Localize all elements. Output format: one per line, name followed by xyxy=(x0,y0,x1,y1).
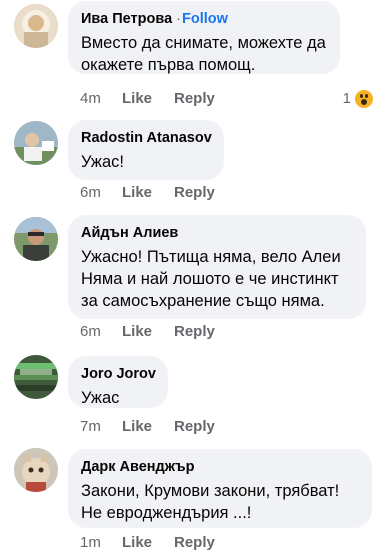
comment-line: Ужас! xyxy=(81,153,124,171)
comment-bubble: Дарк Авенджър Закони, Крумови закони, тр… xyxy=(68,449,372,528)
reply-button[interactable]: Reply xyxy=(174,184,215,202)
comment-text: Ужас! xyxy=(81,151,211,173)
comment-text: Закони, Крумови закони, трябват! Не евро… xyxy=(81,480,359,524)
comment-actions: 6m Like Reply xyxy=(80,323,215,341)
avatar[interactable] xyxy=(14,355,58,399)
comment-line: Няма и най лошото е че инстинкт xyxy=(81,270,339,288)
reply-button[interactable]: Reply xyxy=(174,323,215,341)
reaction-summary[interactable]: 1 xyxy=(343,90,373,108)
comment-time[interactable]: 6m xyxy=(80,184,122,202)
comment-line: Не евроджендърия ...! xyxy=(81,504,252,522)
avatar[interactable] xyxy=(14,4,58,48)
comment-line: Вместо да снимате, можехте да xyxy=(81,34,326,52)
reaction-count: 1 xyxy=(342,90,351,107)
like-button[interactable]: Like xyxy=(122,184,174,202)
comment-actions: 7m Like Reply xyxy=(80,418,215,436)
wow-reaction-icon xyxy=(355,90,373,108)
comment-actions: 1m Like Reply xyxy=(80,534,215,552)
reply-button[interactable]: Reply xyxy=(174,534,215,552)
comment-actions: 6m Like Reply xyxy=(80,184,215,202)
like-button[interactable]: Like xyxy=(122,323,174,341)
author-row: Ива Петрова ·Follow xyxy=(81,10,327,28)
comment-actions: 4m Like Reply xyxy=(80,90,215,108)
comment-bubble: Joro Jorov Ужас xyxy=(68,356,168,408)
avatar[interactable] xyxy=(14,448,58,492)
author-name[interactable]: Radostin Atanasov xyxy=(81,130,212,146)
comment-time[interactable]: 7m xyxy=(80,418,122,436)
comment-time[interactable]: 4m xyxy=(80,90,122,108)
author-row: Joro Jorov xyxy=(81,365,156,383)
reply-button[interactable]: Reply xyxy=(174,90,215,108)
avatar[interactable] xyxy=(14,217,58,261)
comment-bubble: Radostin Atanasov Ужас! xyxy=(68,120,224,180)
reply-button[interactable]: Reply xyxy=(174,418,215,436)
comment-bubble: Ива Петрова ·Follow Вместо да снимате, мо… xyxy=(68,1,340,74)
comment-text: Ужасно! Пътища няма, вело Алеи Няма и на… xyxy=(81,246,353,312)
like-button[interactable]: Like xyxy=(122,534,174,552)
comment-thread: Ива Петрова ·Follow Вместо да снимате, мо… xyxy=(0,0,391,552)
like-button[interactable]: Like xyxy=(122,90,174,108)
follow-link[interactable]: Follow xyxy=(182,11,228,27)
comment-line: Ужасно! Пътища няма, вело Алеи xyxy=(81,248,341,266)
like-button[interactable]: Like xyxy=(122,418,174,436)
comment-line: Закони, Крумови закони, трябват! xyxy=(81,482,340,500)
comment-line: окажете първа помощ. xyxy=(81,56,256,74)
author-row: Айдън Алиев xyxy=(81,224,353,242)
comment-text: Вместо да снимате, можехте да окажете пъ… xyxy=(81,32,327,76)
comment-text: Ужас xyxy=(81,387,155,409)
comment-line: за самосъхранение също няма. xyxy=(81,292,325,310)
author-name[interactable]: Ива Петрова xyxy=(81,11,172,27)
separator-dot: · xyxy=(176,11,181,27)
avatar[interactable] xyxy=(14,121,58,165)
author-row: Radostin Atanasov xyxy=(81,129,212,147)
comment-bubble: Айдън Алиев Ужасно! Пътища няма, вело Ал… xyxy=(68,215,366,319)
author-row: Дарк Авенджър xyxy=(81,458,359,476)
comment-time[interactable]: 1m xyxy=(80,534,122,552)
author-name[interactable]: Айдън Алиев xyxy=(81,225,178,241)
author-name[interactable]: Дарк Авенджър xyxy=(81,459,194,475)
comment-line: Ужас xyxy=(81,389,120,407)
comment-time[interactable]: 6m xyxy=(80,323,122,341)
author-name[interactable]: Joro Jorov xyxy=(81,366,156,382)
